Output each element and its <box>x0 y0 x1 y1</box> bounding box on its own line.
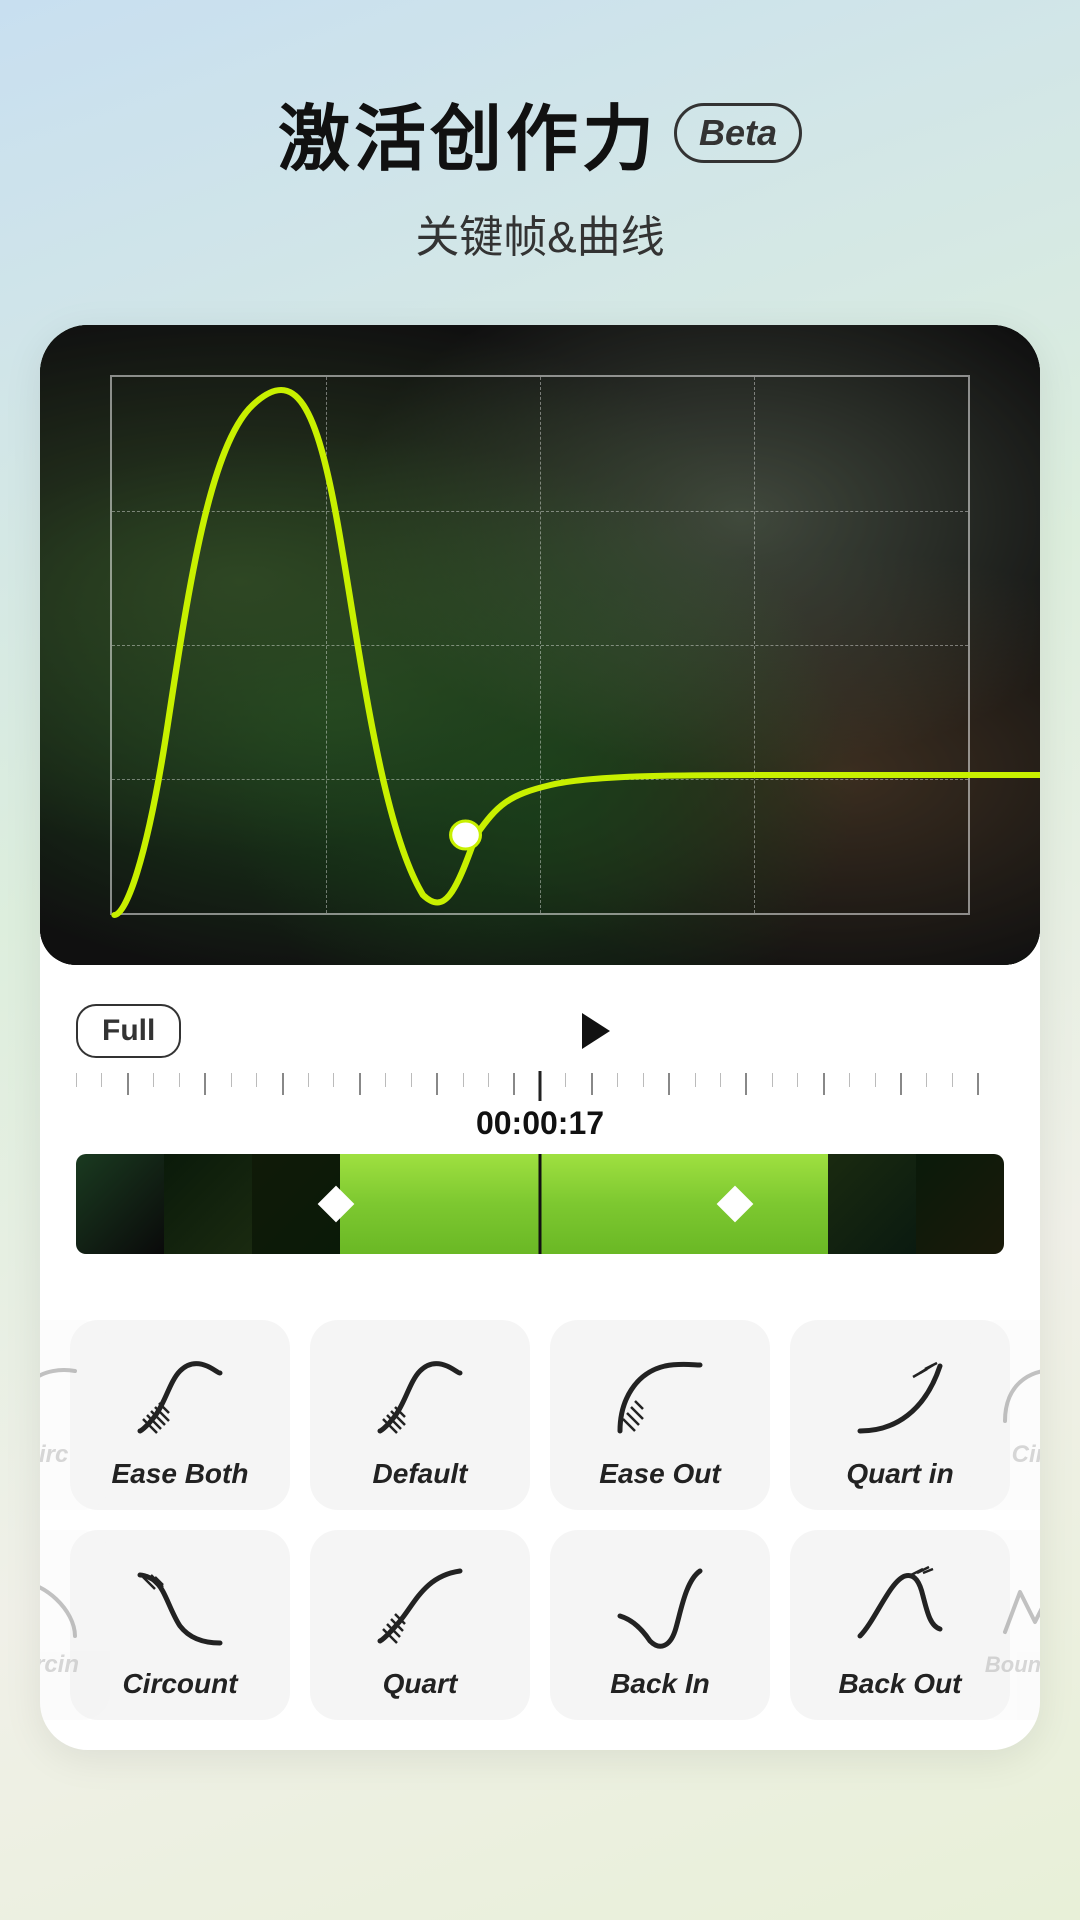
ghost-card-circ-right: Circ <box>970 1320 1040 1510</box>
header: 激活创作力 Beta 关键帧&曲线 <box>0 0 1080 295</box>
video-preview[interactable] <box>40 325 1040 965</box>
easing-card-back-in[interactable]: Back In <box>550 1530 770 1720</box>
back-out-label: Back Out <box>839 1668 962 1700</box>
back-in-label: Back In <box>610 1668 710 1700</box>
play-button[interactable] <box>561 999 625 1063</box>
animation-curve <box>40 325 1040 965</box>
ghost-card-circ: Circ <box>40 1320 110 1510</box>
circount-icon <box>135 1561 225 1651</box>
beta-badge: Beta <box>674 103 802 163</box>
ghost-label-circin: Circin <box>40 1651 79 1679</box>
ease-both-icon <box>135 1351 225 1441</box>
circount-label: Circount <box>122 1668 237 1700</box>
quart-in-icon <box>855 1351 945 1441</box>
filmstrip[interactable] <box>76 1154 1004 1254</box>
back-in-icon <box>615 1561 705 1651</box>
quart-in-label: Quart in <box>846 1458 953 1490</box>
main-card: Full <box>40 325 1040 1750</box>
full-badge[interactable]: Full <box>76 1004 181 1058</box>
timeline-ruler[interactable] <box>76 1071 1004 1101</box>
ghost-label-circ: Circ <box>40 1441 68 1469</box>
ease-out-label: Ease Out <box>599 1458 720 1490</box>
easing-card-default[interactable]: Default <box>310 1320 530 1510</box>
default-icon <box>375 1351 465 1441</box>
ghost-label-circ-right: Circ <box>1012 1441 1040 1469</box>
easing-card-ease-out[interactable]: Ease Out <box>550 1320 770 1510</box>
page-subtitle: 关键帧&曲线 <box>0 201 1080 265</box>
time-display: 00:00:17 <box>76 1105 1004 1142</box>
ghost-card-bounce-j: Bounce-J <box>970 1530 1040 1720</box>
ease-out-icon <box>615 1351 705 1441</box>
easing-row-2: Circin Circount <box>70 1530 1010 1720</box>
back-out-icon <box>855 1561 945 1651</box>
ghost-label-bounce-j: Bounce-J <box>985 1652 1040 1678</box>
ease-both-label: Ease Both <box>112 1458 249 1490</box>
ghost-card-circin: Circin <box>40 1530 110 1720</box>
easing-grid: Circ Ease Both <box>40 1290 1040 1750</box>
timeline-controls: Full <box>40 965 1040 1290</box>
quart-label: Quart <box>383 1668 458 1700</box>
quart-icon <box>375 1561 465 1651</box>
default-label: Default <box>373 1458 468 1490</box>
easing-card-quart[interactable]: Quart <box>310 1530 530 1720</box>
page-title: 激活创作力 <box>278 80 658 185</box>
